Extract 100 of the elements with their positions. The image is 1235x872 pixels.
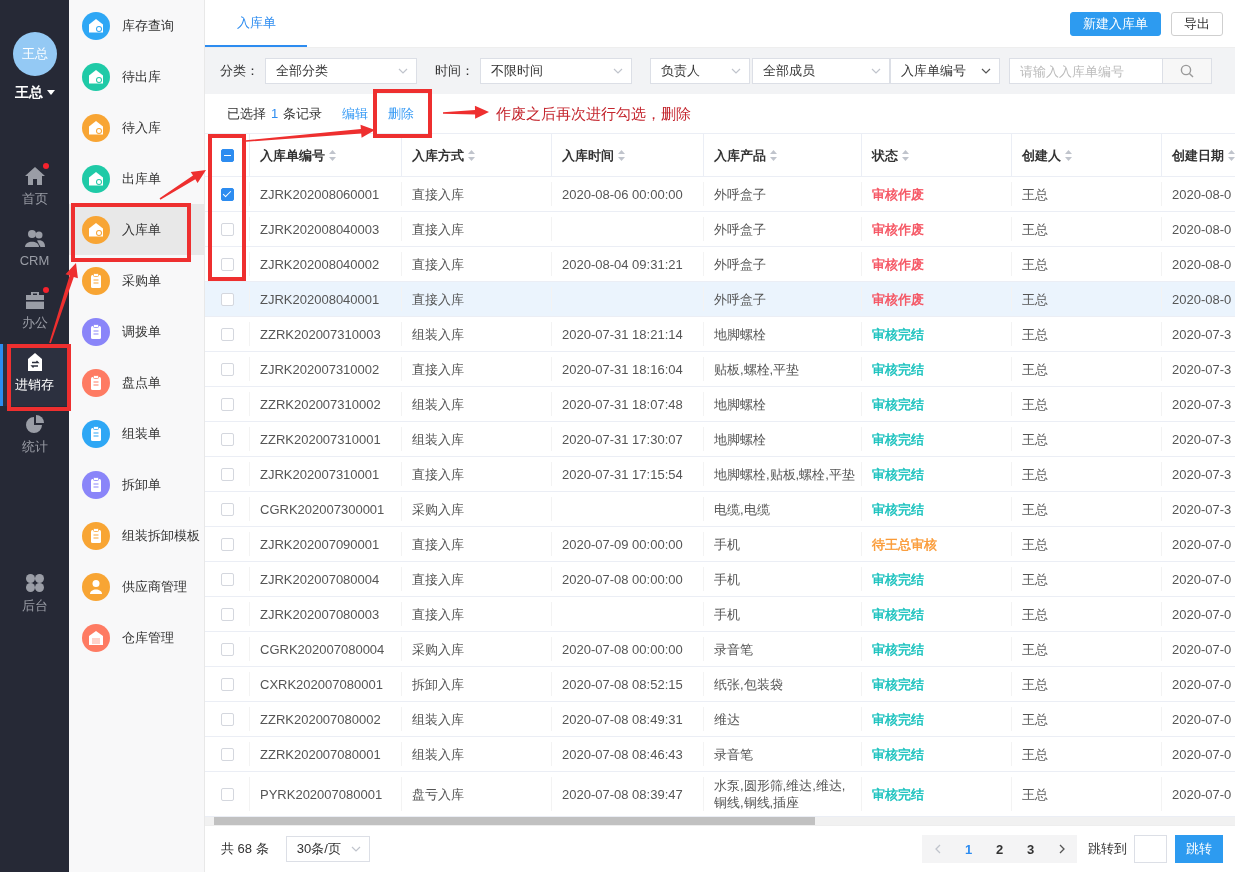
sidebar-item[interactable]: 组装拆卸模板 xyxy=(69,510,204,561)
table-row[interactable]: ZJRK202008040003 直接入库 外呼盒子 审核作废 王总 2020-08-0 xyxy=(205,212,1235,247)
table-cell: 地脚螺栓 xyxy=(704,392,862,416)
sort-icon[interactable] xyxy=(1065,149,1072,161)
status-cell: 审核完结 xyxy=(862,707,1012,731)
table-cell: 王总 xyxy=(1012,532,1162,556)
table-row[interactable]: ZJRK202007080004 直接入库 2020-07-08 00:00:00 手机 审核完结 王总 2020-07-0 xyxy=(205,562,1235,597)
page-button[interactable]: 2 xyxy=(984,835,1015,863)
table-cell: 王总 xyxy=(1012,427,1162,451)
table-cell: 外呼盒子 xyxy=(704,217,862,241)
table-cell: 直接入库 xyxy=(402,182,552,206)
status-cell: 审核作废 xyxy=(862,217,1012,241)
table-row[interactable]: ZJRK202008060001 直接入库 2020-08-06 00:00:00 外呼盒子 审核作废 王总 2020-08-0 xyxy=(205,177,1235,212)
table-row[interactable]: ZZRK202007310003 组装入库 2020-07-31 18:21:14 地脚螺栓 审核完结 王总 2020-07-3 xyxy=(205,317,1235,352)
page-size-select[interactable]: 30条/页 xyxy=(285,836,370,862)
sidebar-item[interactable]: 盘点单 xyxy=(69,357,204,408)
category-select[interactable]: 全部分类 xyxy=(265,58,417,84)
table-cell: ZJRK202007310002 xyxy=(250,357,402,381)
table-row[interactable]: ZZRK202007080002 组装入库 2020-07-08 08:49:31 维达 审核完结 王总 2020-07-0 xyxy=(205,702,1235,737)
table-cell: 王总 xyxy=(1012,602,1162,626)
table-cell-text: 2020-07-3 xyxy=(1171,395,1233,414)
sort-icon[interactable] xyxy=(770,149,777,161)
column-header[interactable]: 入库产品 xyxy=(714,146,766,164)
table-row[interactable]: ZZRK202007310002 组装入库 2020-07-31 18:07:48 地脚螺栓 审核完结 王总 2020-07-3 xyxy=(205,387,1235,422)
nav-item[interactable]: 统计 xyxy=(0,406,69,468)
table-cell: 2020-07-31 18:16:04 xyxy=(552,357,704,381)
table-cell: ZZRK202007310003 xyxy=(250,322,402,346)
nav-item[interactable]: 后台 xyxy=(0,565,69,627)
table-cell-text: 2020-07-3 xyxy=(1171,465,1233,484)
sidebar-item[interactable]: 待入库 xyxy=(69,102,204,153)
table-cell: 直接入库 xyxy=(402,602,552,626)
table-cell: 外呼盒子 xyxy=(704,287,862,311)
sidebar-item[interactable]: 组装单 xyxy=(69,408,204,459)
sidebar-item[interactable]: 仓库管理 xyxy=(69,612,204,663)
status-cell: 审核作废 xyxy=(862,182,1012,206)
user-name[interactable]: 王总 xyxy=(14,82,43,102)
sidebar-item[interactable]: 采购单 xyxy=(69,255,204,306)
search-field[interactable]: 请输入入库单编号 xyxy=(1009,58,1163,84)
horizontal-scrollbar[interactable] xyxy=(205,817,1235,825)
table-row[interactable]: ZJRK202007310001 直接入库 2020-07-31 17:15:54 地脚螺栓,贴板,螺栓,平垫 审核完结 王总 2020-07-3 xyxy=(205,457,1235,492)
table-cell: 2020-07-08 08:39:47 xyxy=(552,777,704,811)
select-all-checkbox[interactable] xyxy=(220,148,234,162)
sidebar-item[interactable]: 出库单 xyxy=(69,153,204,204)
table-cell: 维达 xyxy=(704,707,862,731)
search-button[interactable] xyxy=(1163,58,1212,84)
export-button[interactable]: 导出 xyxy=(1171,11,1223,36)
status-cell: 审核完结 xyxy=(862,427,1012,451)
sort-icon[interactable] xyxy=(329,149,336,161)
table-row[interactable]: CXRK202007080001 拆卸入库 2020-07-08 08:52:15 纸张,包装袋 审核完结 王总 2020-07-0 xyxy=(205,667,1235,702)
column-header[interactable]: 入库时间 xyxy=(562,146,614,164)
owner-field-select[interactable]: 负责人 xyxy=(650,58,750,84)
table-row[interactable]: ZJRK202007310002 直接入库 2020-07-31 18:16:04 贴板,螺栓,平垫 审核完结 王总 2020-07-3 xyxy=(205,352,1235,387)
sidebar-item[interactable]: 供应商管理 xyxy=(69,561,204,612)
nav-item[interactable]: CRM xyxy=(0,220,69,282)
sort-icon[interactable] xyxy=(618,149,625,161)
table-row[interactable]: ZZRK202007080001 组装入库 2020-07-08 08:46:43 录音笔 审核完结 王总 2020-07-0 xyxy=(205,737,1235,772)
annotation-box xyxy=(373,89,432,138)
page-button[interactable]: 3 xyxy=(1015,835,1046,863)
row-checkbox[interactable] xyxy=(220,187,234,201)
nav-item[interactable]: 办公 xyxy=(0,282,69,344)
table-cell: 采购入库 xyxy=(402,497,552,521)
table-cell: 2020-08-04 09:31:21 xyxy=(552,252,704,276)
table-row[interactable]: ZJRK202007080003 直接入库 手机 审核完结 王总 2020-07-0 xyxy=(205,597,1235,632)
table-cell: 直接入库 xyxy=(402,462,552,486)
table-cell: PYRK202007080001 xyxy=(250,777,402,811)
table-cell: ZZRK202007080001 xyxy=(250,742,402,766)
nav-item[interactable]: 首页 xyxy=(0,158,69,220)
caret-down-icon[interactable] xyxy=(46,89,55,95)
sort-icon[interactable] xyxy=(902,149,909,161)
sidebar-item[interactable]: 拆卸单 xyxy=(69,459,204,510)
table-cell: ZJRK202007090001 xyxy=(250,532,402,556)
column-header[interactable]: 状态 xyxy=(872,146,898,164)
table-row[interactable]: ZJRK202007090001 直接入库 2020-07-09 00:00:00 手机 待王总审核 王总 2020-07-0 xyxy=(205,527,1235,562)
table-row[interactable]: ZZRK202007310001 组装入库 2020-07-31 17:30:07 地脚螺栓 审核完结 王总 2020-07-3 xyxy=(205,422,1235,457)
number-field-select[interactable]: 入库单编号 xyxy=(890,58,1000,84)
status-cell: 审核完结 xyxy=(862,462,1012,486)
column-header[interactable]: 创建日期 xyxy=(1172,146,1224,164)
home-icon xyxy=(23,166,46,186)
chevron-down-icon xyxy=(398,68,408,74)
table-cell: ZJRK202008040001 xyxy=(250,287,402,311)
page-number-field[interactable] xyxy=(1134,835,1167,863)
table-cell: 手机 xyxy=(704,567,862,591)
table-row[interactable]: CGRK202007080004 采购入库 2020-07-08 00:00:00 录音笔 审核完结 王总 2020-07-0 xyxy=(205,632,1235,667)
table-cell: ZJRK202008040002 xyxy=(250,252,402,276)
table-row[interactable]: CGRK202007300001 采购入库 电缆,电缆 审核完结 王总 2020-07-3 xyxy=(205,492,1235,527)
sidebar-item[interactable]: 库存查询 xyxy=(69,0,204,51)
time-select[interactable]: 不限时间 xyxy=(480,58,632,84)
sidebar-item[interactable]: 待出库 xyxy=(69,51,204,102)
annotation-text: 作废之后再次进行勾选，删除 xyxy=(496,105,692,122)
table-cell: ZJRK202007080004 xyxy=(250,567,402,591)
column-header[interactable]: 入库方式 xyxy=(412,146,464,164)
table-cell-text: 2020-07-0 xyxy=(1171,675,1233,694)
column-header[interactable]: 创建人 xyxy=(1022,146,1061,164)
member-select[interactable]: 全部成员 xyxy=(752,58,890,84)
status-cell: 审核作废 xyxy=(862,252,1012,276)
column-header[interactable]: 入库单编号 xyxy=(260,146,325,164)
sort-icon[interactable] xyxy=(1228,149,1235,161)
sort-icon[interactable] xyxy=(468,149,475,161)
sidebar-item[interactable]: 调拨单 xyxy=(69,306,204,357)
table-row[interactable]: ZJRK202008040001 直接入库 外呼盒子 审核作废 王总 2020-08-0 xyxy=(205,282,1235,317)
